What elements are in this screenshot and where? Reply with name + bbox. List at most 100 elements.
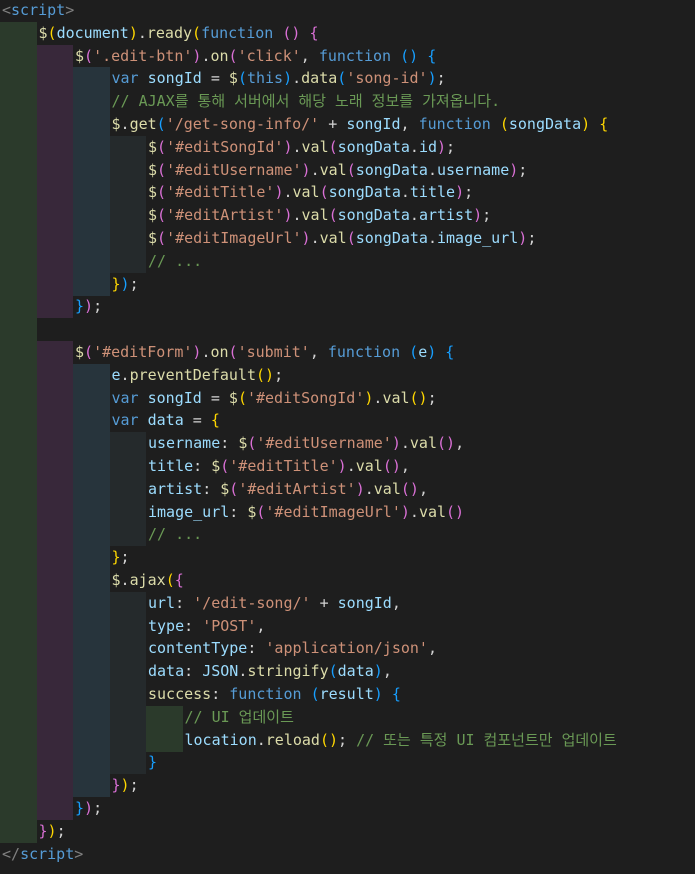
indent-guide	[109, 227, 146, 250]
code-line[interactable]: // AJAX를 통해 서버에서 해당 노래 정보를 가져옵니다.	[0, 90, 695, 114]
code-line[interactable]: $('#editTitle').val(songData.title);	[0, 181, 695, 205]
indent-guide	[0, 500, 37, 524]
code-line[interactable]: location.reload(); // 또는 특정 UI 컴포넌트만 업데이…	[0, 728, 695, 752]
indent-guide	[73, 523, 110, 547]
code-line[interactable]: }	[0, 751, 695, 775]
code-token: +	[310, 593, 338, 612]
code-token: )	[518, 229, 528, 247]
code-token: $	[148, 206, 158, 225]
code-line[interactable]: $.ajax({	[0, 569, 695, 592]
code-token: =	[201, 69, 229, 88]
code-line[interactable]: type: 'POST',	[0, 614, 695, 638]
code-token: $	[111, 571, 121, 589]
code-token: val	[382, 388, 410, 407]
indent-guide	[36, 90, 73, 114]
code-editor[interactable]: <script> $(document).ready(function () {$…	[0, 0, 695, 874]
code-line[interactable]: };	[0, 546, 695, 570]
indent-guide	[0, 455, 37, 478]
code-token: (	[328, 206, 338, 225]
code-line[interactable]: });	[0, 295, 695, 319]
code-line[interactable]: <script>	[0, 0, 695, 22]
code-token: ready	[146, 23, 193, 42]
code-token: )	[47, 821, 57, 840]
code-token: ,	[300, 46, 319, 65]
code-line[interactable]: // UI 업데이트	[0, 705, 695, 729]
code-line[interactable]: $('#editArtist').val(songData.artist);	[0, 204, 695, 228]
code-line[interactable]: e.preventDefault();	[0, 363, 695, 387]
code-token: )	[283, 137, 293, 156]
code-text: $('#editTitle').val(songData.title);	[148, 181, 473, 204]
code-token: :	[247, 639, 266, 658]
code-token: )	[427, 69, 437, 88]
code-line[interactable]: success: function (result) {	[0, 683, 695, 706]
indent-guide	[36, 135, 73, 159]
code-token: '/get-song-info/'	[165, 115, 320, 133]
indent-guide	[109, 523, 146, 547]
code-line[interactable]: });	[0, 774, 695, 798]
code-token: '#editArtist'	[166, 206, 284, 225]
code-text: artist: $('#editArtist').val(),	[148, 478, 428, 501]
indent-guide	[73, 705, 110, 729]
code-token: $	[228, 69, 238, 88]
code-line[interactable]: // ...	[0, 249, 695, 273]
code-line[interactable]	[0, 318, 695, 342]
code-token: songId	[337, 593, 392, 612]
code-token: $	[75, 46, 85, 65]
code-line[interactable]: var data = {	[0, 409, 695, 433]
code-text: });	[112, 774, 139, 797]
code-token: .	[409, 137, 419, 156]
indent-guide	[0, 249, 37, 273]
code-line[interactable]: $('#editForm').on('submit', function (e)…	[0, 341, 695, 364]
indent-guide	[0, 728, 37, 752]
code-line[interactable]: artist: $('#editArtist').val(),	[0, 477, 695, 501]
code-line[interactable]: var songId = $('#editSongId').val();	[0, 386, 695, 410]
indent-guide	[0, 797, 37, 820]
code-line[interactable]: // ...	[0, 523, 695, 547]
code-line[interactable]: url: '/edit-song/' + songId,	[0, 591, 695, 615]
code-line[interactable]: image_url: $('#editImageUrl').val()	[0, 500, 695, 524]
code-token: // ...	[148, 251, 203, 270]
code-token: :	[229, 502, 248, 521]
indent-guide	[109, 705, 146, 729]
code-token: .	[400, 434, 410, 453]
code-line[interactable]: contentType: 'application/json',	[0, 637, 695, 661]
code-line[interactable]: $(document).ready(function () {	[0, 21, 695, 45]
code-token: .	[427, 160, 437, 179]
indent-guide	[36, 591, 73, 615]
code-token: (	[319, 183, 329, 202]
indent-guide	[73, 432, 110, 456]
code-token: )	[581, 115, 591, 133]
code-token: ;	[93, 799, 103, 817]
indent-guide	[36, 546, 73, 570]
code-line[interactable]: </script>	[0, 843, 695, 866]
code-token: :	[193, 457, 212, 475]
indent-guide	[109, 204, 146, 228]
code-line[interactable]: $('.edit-btn').on('click', function () {	[0, 44, 695, 68]
indent-guide	[0, 204, 37, 228]
code-line[interactable]: });	[0, 272, 695, 296]
code-line[interactable]: $.get('/get-song-info/' + songId, functi…	[0, 113, 695, 136]
code-line[interactable]: data: JSON.stringify(data),	[0, 660, 695, 684]
code-line[interactable]: });	[0, 797, 695, 820]
indent-guide	[73, 67, 110, 91]
code-text: $('#editSongId').val(songData.id);	[148, 136, 455, 159]
code-token: $	[38, 23, 48, 42]
code-line[interactable]: });	[0, 819, 695, 843]
code-token: .	[400, 183, 410, 202]
code-line[interactable]: $('#editUsername').val(songData.username…	[0, 158, 695, 182]
code-line[interactable]: $('#editImageUrl').val(songData.image_ur…	[0, 227, 695, 250]
code-line[interactable]: var songId = $(this).data('song-id');	[0, 67, 695, 91]
code-token: $	[228, 388, 238, 407]
code-token: '.edit-btn'	[93, 46, 193, 65]
code-token: e	[111, 365, 121, 384]
code-token: '#editImageUrl'	[265, 502, 401, 521]
code-line[interactable]: title: $('#editTitle').val(),	[0, 455, 695, 478]
code-text: var songId = $('#editSongId').val();	[112, 387, 437, 410]
code-token: contentType	[148, 639, 248, 658]
code-token: >	[74, 844, 84, 863]
code-line[interactable]: username: $('#editUsername').val(),	[0, 432, 695, 456]
code-line[interactable]: $('#editSongId').val(songData.id);	[0, 135, 695, 159]
indent-guide	[0, 341, 37, 364]
code-token: data	[337, 662, 374, 681]
code-token: title	[409, 183, 456, 202]
